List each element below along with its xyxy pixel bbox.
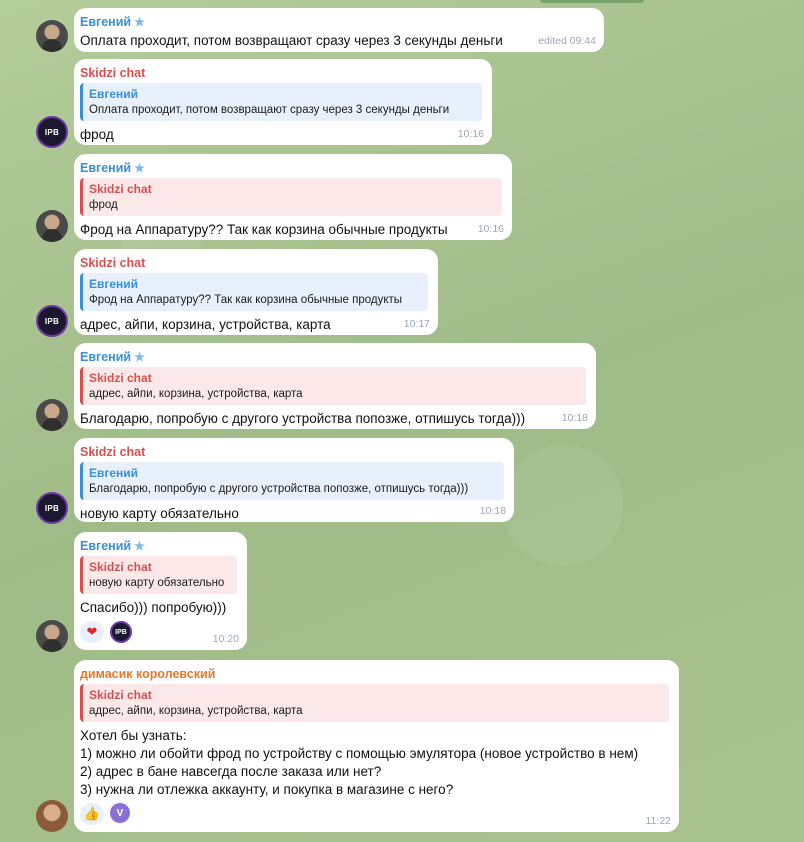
sender-name[interactable]: Skidzi chat bbox=[80, 444, 504, 460]
message-text: новую карту обязательно bbox=[80, 506, 239, 521]
quote-text: новую карту обязательно bbox=[89, 577, 225, 589]
message-time: 10:20 bbox=[212, 633, 239, 645]
message-bubble[interactable]: Skidzi chat Евгений Благодарю, попробую … bbox=[74, 438, 514, 522]
avatar-evgeny[interactable] bbox=[36, 20, 68, 52]
star-icon: ★ bbox=[134, 161, 145, 175]
star-icon: ★ bbox=[134, 539, 145, 553]
avatar-evgeny[interactable] bbox=[36, 620, 68, 652]
quote-author: Евгений bbox=[89, 277, 139, 291]
quote-text: адрес, айпи, корзина, устройства, карта bbox=[89, 388, 303, 400]
quote-text: Фрод на Аппаратуру?? Так как корзина обы… bbox=[89, 294, 403, 306]
message-text: Оплата проходит, потом возвращают сразу … bbox=[80, 33, 503, 48]
avatar-label: IPB bbox=[44, 127, 60, 137]
message-time: 11:22 bbox=[645, 815, 672, 827]
message-line: 2) адрес в бане навсегда после заказа ил… bbox=[80, 764, 382, 779]
message-line: 1) можно ли обойти фрод по устройству с … bbox=[80, 746, 639, 761]
reply-quote[interactable]: Skidzi chat новую карту обязательно bbox=[80, 556, 237, 594]
message-time: 10:18 bbox=[561, 412, 588, 424]
message-time: 10:18 bbox=[479, 505, 506, 517]
reaction-avatar[interactable]: IPB bbox=[110, 621, 132, 643]
message-time: 10:16 bbox=[457, 128, 484, 140]
avatar-label: IPB bbox=[44, 316, 60, 326]
message-time: 10:17 bbox=[403, 318, 430, 330]
sender-name[interactable]: Евгений bbox=[80, 350, 131, 364]
avatar-label: IPB bbox=[115, 628, 127, 636]
avatar-label: IPB bbox=[44, 503, 60, 513]
star-icon: ★ bbox=[134, 15, 145, 29]
reply-quote[interactable]: Евгений Оплата проходит, потом возвращаю… bbox=[80, 83, 482, 121]
sender-name[interactable]: Евгений bbox=[80, 15, 131, 29]
quote-author: Skidzi chat bbox=[89, 182, 152, 196]
reply-quote[interactable]: Skidzi chat фрод bbox=[80, 178, 502, 216]
thumbs-up-icon[interactable]: 👍 bbox=[80, 803, 104, 825]
sender-name[interactable]: Skidzi chat bbox=[80, 65, 482, 81]
reply-quote[interactable]: Евгений Благодарю, попробую с другого ус… bbox=[80, 462, 504, 500]
message-bubble[interactable]: Евгений ★ Skidzi chat новую карту обязате… bbox=[74, 532, 247, 650]
avatar-skidzi[interactable]: IPB bbox=[36, 116, 68, 148]
avatar-dimasik[interactable] bbox=[36, 800, 68, 832]
quote-text: Оплата проходит, потом возвращают сразу … bbox=[89, 104, 450, 116]
reply-quote[interactable]: Skidzi chat адрес, айпи, корзина, устрой… bbox=[80, 367, 586, 405]
quote-text: Благодарю, попробую с другого устройства… bbox=[89, 483, 469, 495]
message-text: фрод bbox=[80, 127, 114, 142]
top-strip bbox=[540, 0, 644, 3]
reply-quote[interactable]: Евгений Фрод на Аппаратуру?? Так как кор… bbox=[80, 273, 428, 311]
avatar-evgeny[interactable] bbox=[36, 399, 68, 431]
star-icon: ★ bbox=[134, 350, 145, 364]
quote-author: Skidzi chat bbox=[89, 688, 152, 702]
message-time: edited 09:44 bbox=[538, 35, 596, 47]
message-text: Фрод на Аппаратуру?? Так как корзина обы… bbox=[80, 222, 448, 237]
sender-name[interactable]: Skidzi chat bbox=[80, 255, 428, 271]
message-line: Хотел бы узнать: bbox=[80, 728, 187, 743]
message-bubble[interactable]: Skidzi chat Евгений Фрод на Аппаратуру??… bbox=[74, 249, 438, 335]
quote-author: Евгений bbox=[89, 87, 139, 101]
message-text: адрес, айпи, корзина, устройства, карта bbox=[80, 317, 331, 332]
message-time: 10:16 bbox=[477, 223, 504, 235]
message-bubble[interactable]: Skidzi chat Евгений Оплата проходит, пот… bbox=[74, 59, 492, 145]
reactions: 👍 V bbox=[80, 803, 669, 825]
reaction-avatar[interactable]: V bbox=[110, 803, 130, 823]
quote-author: Skidzi chat bbox=[89, 560, 152, 574]
reply-quote[interactable]: Skidzi chat адрес, айпи, корзина, устрой… bbox=[80, 684, 669, 722]
sender-name[interactable]: димасик королевский bbox=[80, 666, 669, 682]
avatar-skidzi[interactable]: IPB bbox=[36, 492, 68, 524]
quote-text: фрод bbox=[89, 199, 118, 211]
message-bubble[interactable]: Евгений ★ Skidzi chat фрод Фрод на Аппара… bbox=[74, 154, 512, 240]
message-text: Спасибо))) попробую))) bbox=[80, 600, 227, 615]
avatar-evgeny[interactable] bbox=[36, 210, 68, 242]
heart-icon[interactable]: ❤ bbox=[80, 621, 104, 643]
quote-author: Евгений bbox=[89, 466, 139, 480]
reaction-label: V bbox=[116, 807, 124, 819]
sender-name[interactable]: Евгений bbox=[80, 161, 131, 175]
message-bubble[interactable]: димасик королевский Skidzi chat адрес, а… bbox=[74, 660, 679, 832]
quote-author: Skidzi chat bbox=[89, 371, 152, 385]
message-bubble[interactable]: Евгений ★ Skidzi chat адрес, айпи, корзин… bbox=[74, 343, 596, 429]
sender-name[interactable]: Евгений bbox=[80, 539, 131, 553]
message-text: Благодарю, попробую с другого устройства… bbox=[80, 411, 526, 426]
message-line: 3) нужна ли отлежка аккаунту, и покупка … bbox=[80, 782, 454, 797]
message-bubble[interactable]: Евгений ★ Оплата проходит, потом возвраща… bbox=[74, 8, 604, 52]
avatar-skidzi[interactable]: IPB bbox=[36, 305, 68, 337]
quote-text: адрес, айпи, корзина, устройства, карта bbox=[89, 705, 303, 717]
